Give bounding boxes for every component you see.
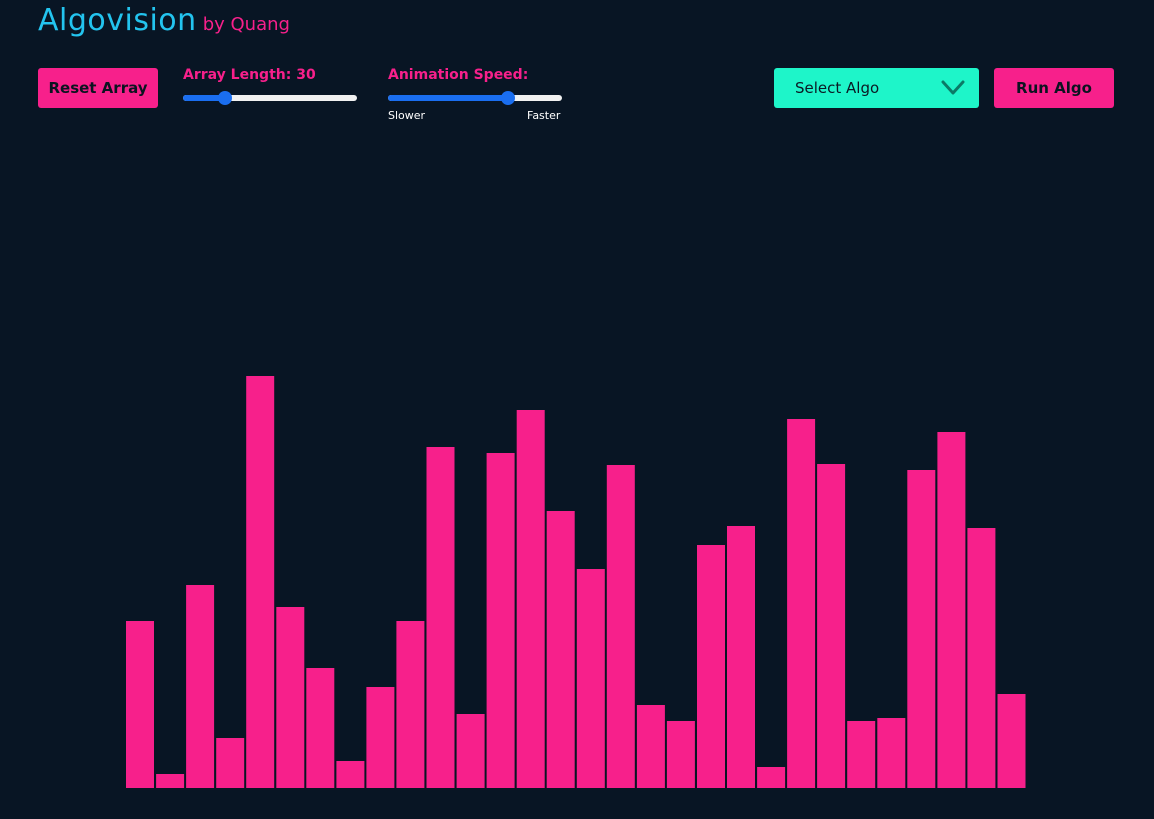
array-bar bbox=[546, 511, 575, 788]
array-bar bbox=[907, 470, 936, 788]
array-bar bbox=[486, 453, 515, 788]
array-bars-chart bbox=[126, 376, 1026, 788]
array-bar bbox=[126, 621, 154, 788]
array-bar bbox=[246, 376, 275, 788]
array-bar bbox=[727, 526, 755, 788]
array-bar bbox=[396, 621, 425, 788]
array-bar bbox=[336, 761, 365, 788]
array-bar bbox=[456, 714, 485, 788]
array-bar bbox=[636, 705, 665, 788]
array-bar bbox=[877, 718, 906, 788]
array-bar bbox=[697, 545, 725, 788]
array-bar bbox=[937, 432, 966, 788]
array-bar bbox=[967, 528, 996, 788]
array-bar bbox=[576, 569, 605, 788]
array-bar bbox=[997, 694, 1026, 788]
array-bar bbox=[156, 774, 185, 788]
app: Algovision by Quang Reset Array Array Len… bbox=[0, 0, 1154, 819]
array-bar bbox=[606, 465, 635, 788]
array-bar bbox=[276, 607, 305, 788]
array-bar bbox=[847, 721, 876, 788]
array-bar bbox=[787, 419, 816, 788]
array-bar bbox=[366, 687, 395, 788]
array-bar bbox=[216, 738, 245, 788]
array-bar bbox=[757, 767, 786, 788]
array-bar bbox=[186, 585, 215, 788]
array-bar bbox=[306, 668, 335, 788]
array-bar bbox=[666, 721, 695, 788]
array-bar bbox=[426, 447, 455, 788]
array-bar bbox=[817, 464, 846, 788]
array-bar bbox=[516, 410, 545, 788]
